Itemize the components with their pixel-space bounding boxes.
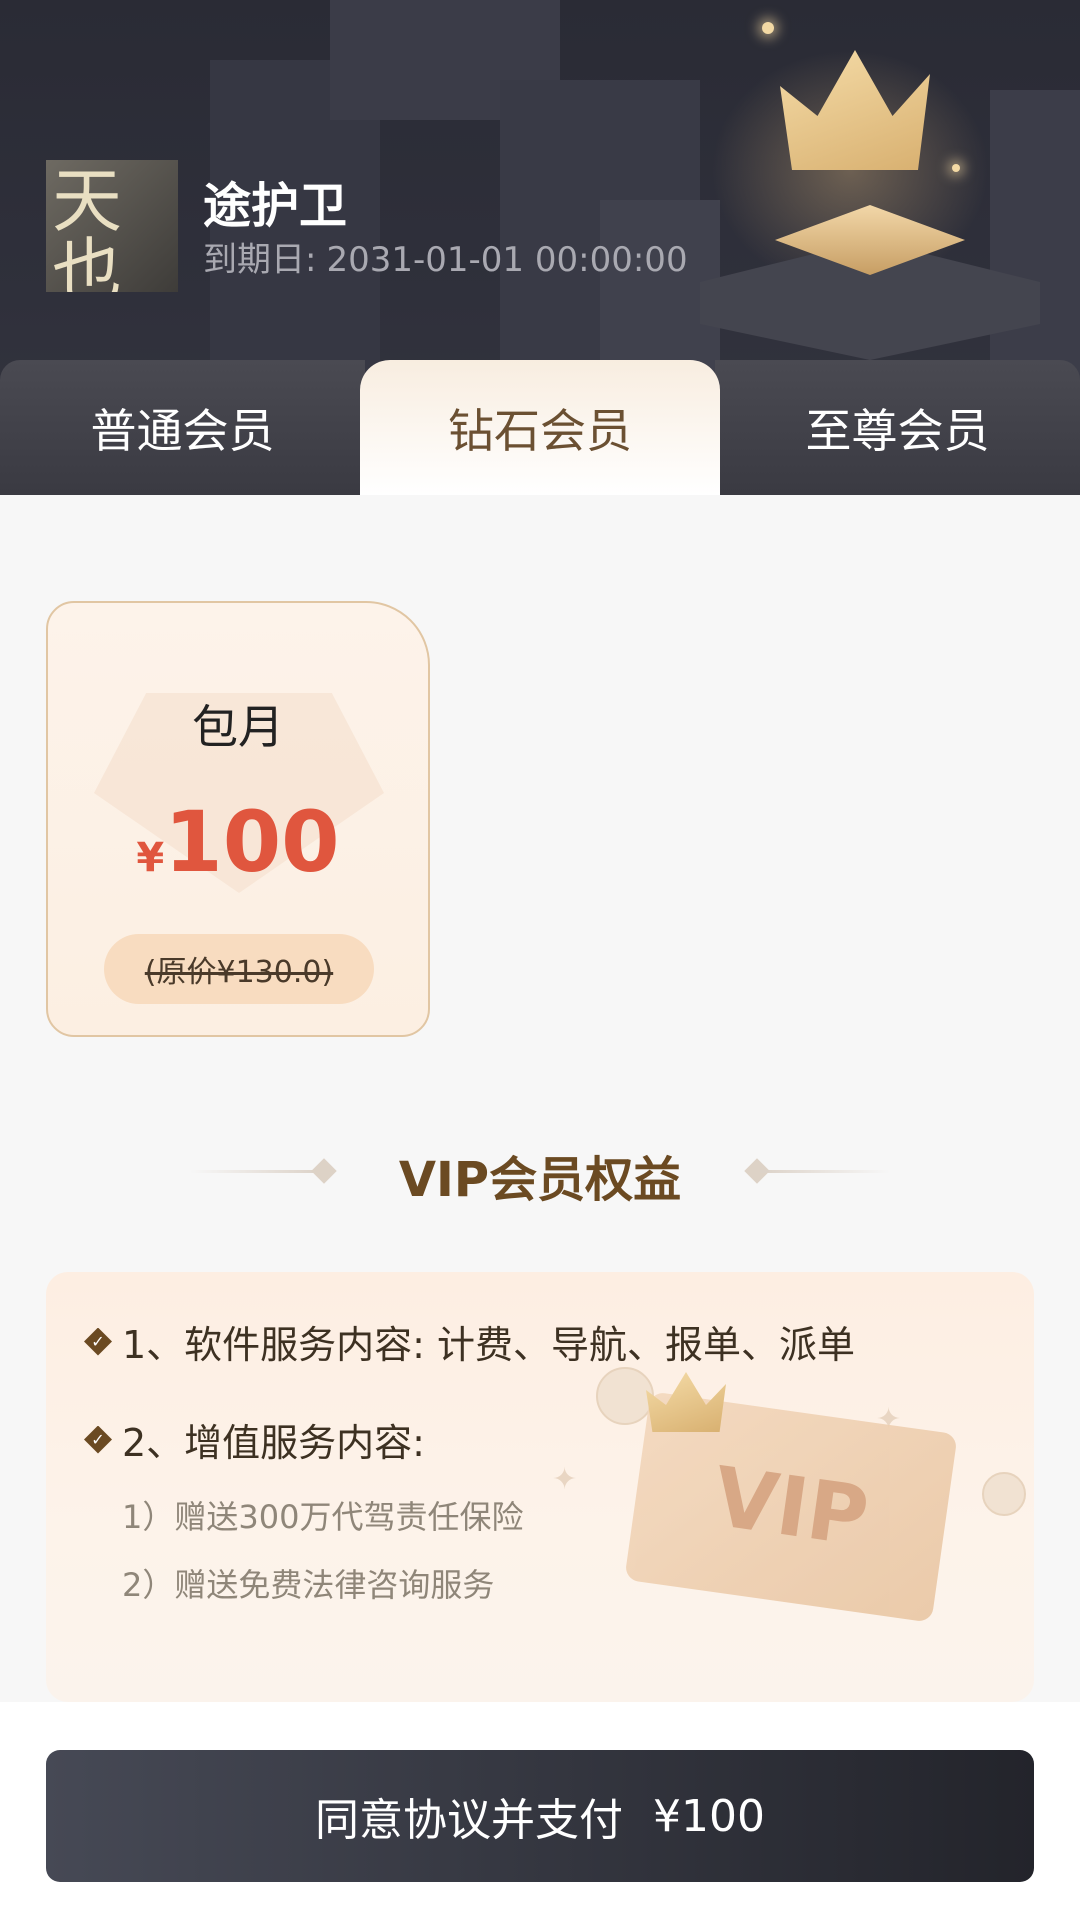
coin-icon — [982, 1472, 1026, 1516]
original-price: (原价¥130.0) — [104, 934, 374, 1004]
benefit-subitem: 2）赠送免费法律咨询服务 — [122, 1566, 495, 1604]
coin-icon — [596, 1367, 654, 1425]
price-value: 100 — [164, 793, 340, 891]
plan-price: ¥100 — [48, 793, 428, 891]
avatar-text: 天也 — [52, 160, 122, 292]
expire-value: 2031-01-01 00:00:00 — [326, 240, 688, 280]
tab-diamond-member[interactable]: 钻石会员 — [360, 360, 720, 495]
sparkle-dot — [952, 164, 960, 172]
benefit-subitem: 1）赠送300万代驾责任保险 — [122, 1498, 524, 1536]
tab-supreme-member[interactable]: 至尊会员 — [715, 360, 1080, 495]
pay-button-amount: ¥100 — [653, 1790, 765, 1842]
benefit-text: 1、软件服务内容: 计费、导航、报单、派单 — [122, 1323, 856, 1367]
benefits-panel: ✦ ✦ VIP ✓ 1、软件服务内容: 计费、导航、报单、派单 ✓ 2、增值服务… — [46, 1272, 1034, 1702]
expire-date: 到期日: 2031-01-01 00:00:00 — [203, 232, 688, 281]
footer-bar: 同意协议并支付 ¥100 — [0, 1702, 1080, 1920]
currency-symbol: ¥ — [136, 835, 165, 881]
benefits-title: VIP会员权益 — [398, 1152, 682, 1208]
benefit-text: 2、增值服务内容: — [122, 1421, 425, 1465]
avatar[interactable]: 天也 — [46, 160, 178, 292]
sparkle-dot — [762, 22, 774, 34]
check-icon: ✓ — [84, 1425, 112, 1454]
tab-regular-member[interactable]: 普通会员 — [0, 360, 365, 495]
membership-tabs: 普通会员 至尊会员 钻石会员 — [0, 360, 1080, 495]
check-icon: ✓ — [84, 1327, 112, 1356]
plan-name: 包月 — [192, 700, 284, 754]
pay-button[interactable]: 同意协议并支付 ¥100 — [46, 1750, 1034, 1882]
benefit-item: ✓ 2、增值服务内容: — [84, 1412, 425, 1467]
title-divider-right — [760, 1170, 890, 1173]
plan-card-monthly[interactable]: 包月 ¥100 (原价¥130.0) — [46, 601, 430, 1037]
pay-button-label: 同意协议并支付 — [315, 1795, 623, 1846]
header-banner: 天也 途护卫 到期日: 2031-01-01 00:00:00 普通会员 至尊会员… — [0, 0, 1080, 495]
crown-icon — [646, 1372, 726, 1432]
benefit-item: ✓ 1、软件服务内容: 计费、导航、报单、派单 — [84, 1314, 855, 1369]
user-name: 途护卫 — [203, 178, 348, 234]
expire-label: 到期日: — [203, 240, 317, 280]
sparkle-icon: ✦ — [552, 1462, 578, 1497]
